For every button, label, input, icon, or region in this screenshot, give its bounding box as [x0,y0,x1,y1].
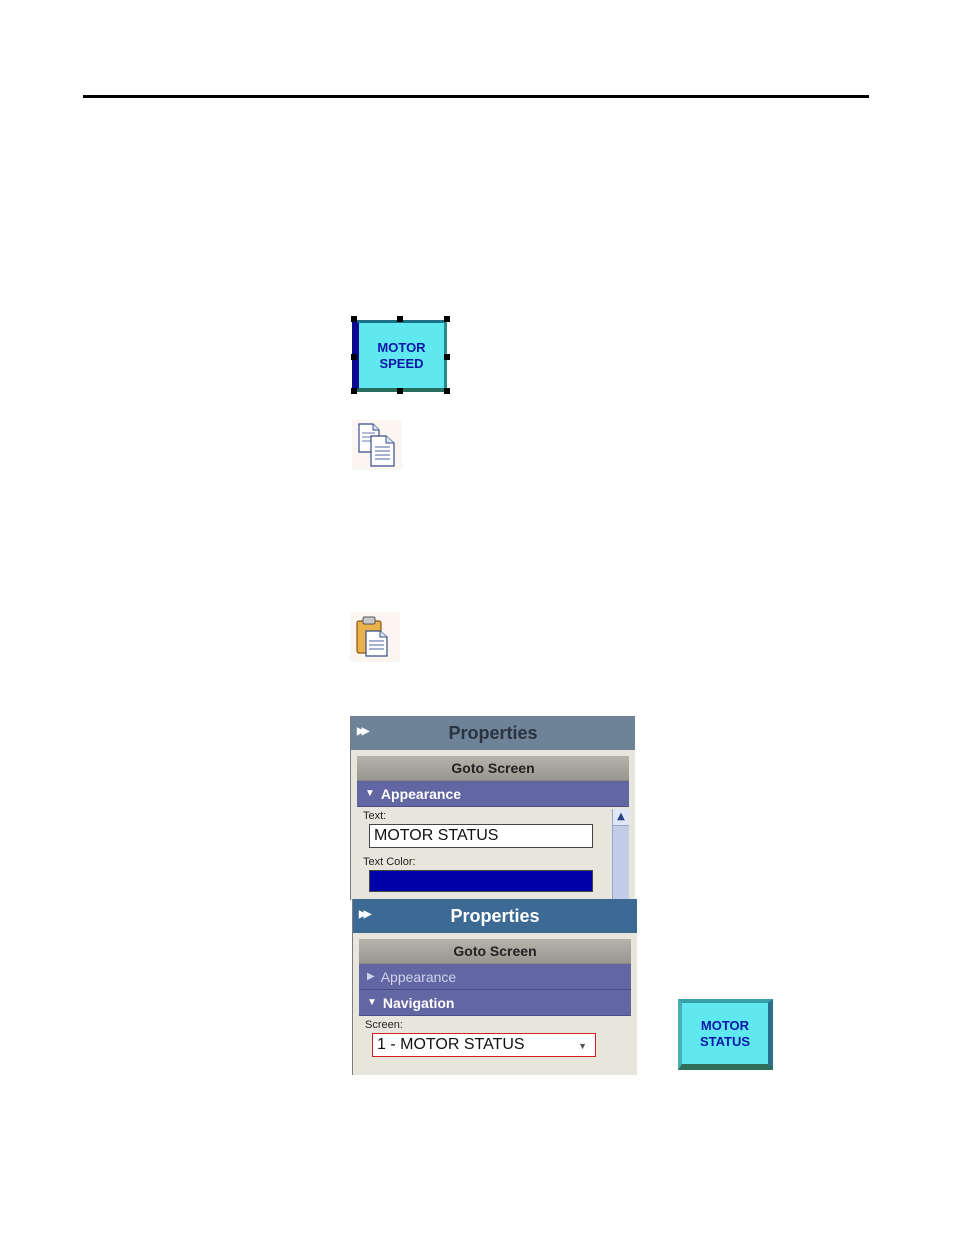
properties-title-bar: ▶▶ Properties [351,716,635,750]
resize-handle[interactable] [351,354,357,360]
screen-select-value: 1 - MOTOR STATUS [377,1036,525,1053]
navigation-group-toggle[interactable]: ▼ Navigation [359,990,631,1016]
section-header-goto-screen: Goto Screen [359,939,631,964]
appearance-group-toggle[interactable]: ▶ Appearance [359,964,631,990]
appearance-group-label: Appearance [380,785,462,802]
resize-handle[interactable] [444,354,450,360]
appearance-group-label: Appearance [380,968,457,985]
properties-title: Properties [448,722,538,743]
screen-select[interactable]: 1 - MOTOR STATUS ▼ [372,1033,596,1057]
text-color-swatch[interactable] [369,870,593,892]
copy-icon[interactable] [352,420,402,470]
properties-scrollbar[interactable]: ▲ [612,809,629,900]
resize-handle[interactable] [397,388,403,394]
resize-handle[interactable] [397,316,403,322]
appearance-group-toggle[interactable]: ▼ Appearance [357,781,629,807]
collapse-panel-icon[interactable]: ▶▶ [357,726,370,737]
text-color-label: Text Color: [363,856,416,868]
collapsed-triangle-icon: ▶ [367,971,375,982]
paste-icon[interactable] [350,612,400,662]
properties-title-bar: ▶▶ Properties [353,899,637,933]
properties-title: Properties [450,905,540,926]
resize-handle[interactable] [351,388,357,394]
navigation-group-label: Navigation [382,994,455,1011]
expanded-triangle-icon: ▼ [365,788,375,799]
section-header-goto-screen: Goto Screen [357,756,629,781]
motor-speed-selection[interactable]: MOTOR SPEED [349,316,451,396]
page-rule [83,95,869,98]
properties-panel-appearance: ▶▶ Properties Goto Screen ▼ Appearance T… [350,716,635,900]
motor-speed-button[interactable]: MOTOR SPEED [352,320,447,392]
resize-handle[interactable] [351,316,357,322]
motor-status-button[interactable]: MOTOR STATUS [678,999,773,1070]
resize-handle[interactable] [444,388,450,394]
resize-handle[interactable] [444,316,450,322]
collapse-panel-icon[interactable]: ▶▶ [359,909,372,920]
properties-panel-navigation: ▶▶ Properties Goto Screen ▶ Appearance ▼… [352,899,637,1075]
screen-field-label: Screen: [365,1019,403,1031]
scroll-up-icon[interactable]: ▲ [613,809,629,826]
text-input[interactable]: MOTOR STATUS [369,824,593,848]
chevron-down-icon[interactable]: ▼ [578,1035,587,1057]
expanded-triangle-icon: ▼ [367,997,377,1008]
text-field-label: Text: [363,810,387,822]
